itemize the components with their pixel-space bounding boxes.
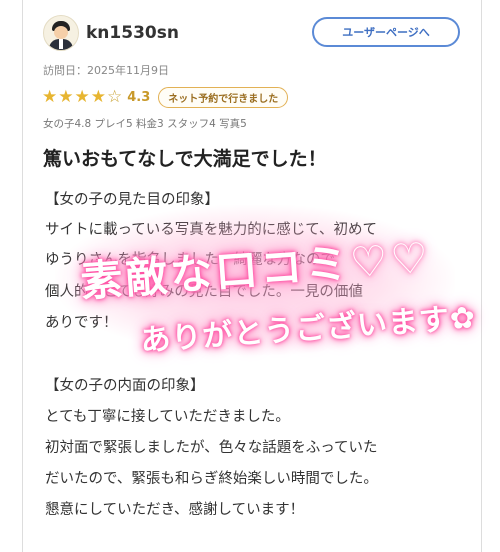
star-empty-icon: ☆ (107, 86, 123, 107)
reservation-tag: ネット予約で行きました (158, 86, 289, 108)
rating-row: ★ ★ ★ ★ ☆ 4.3 ネット予約で行きました (42, 86, 289, 108)
review-line: サイトに載っている写真を魅力的に感じて、初めて (45, 222, 378, 238)
review-line: ありです！ (45, 315, 118, 331)
username[interactable]: kn1530sn (86, 23, 179, 43)
star-filled-icon: ★ (90, 86, 106, 107)
review-line: 【女の子の見た目の印象】 (45, 192, 219, 208)
businessman-avatar-icon[interactable] (43, 15, 79, 51)
user-page-button[interactable]: ユーザーページへ (312, 17, 460, 47)
review-line: 初対面で緊張しましたが、色々な話題をふっていた (45, 440, 378, 456)
star-filled-icon: ★ (42, 86, 58, 107)
review-line: 懇意にしていただき、感謝しています！ (45, 502, 305, 518)
rating-score: 4.3 (127, 89, 151, 105)
sub-scores: 女の子4.8 プレイ5 料金3 スタッフ4 写真5 (43, 118, 247, 130)
user-header (43, 14, 79, 52)
review-line: とても丁寧に接していただきました。 (45, 409, 290, 425)
review-line: 【女の子の内面の印象】 (45, 378, 205, 394)
star-filled-icon: ★ (58, 86, 74, 107)
review-title: 篤いおもてなしで大満足でした！ (43, 148, 327, 170)
star-filled-icon: ★ (74, 86, 90, 107)
review-line: 個人的にとても好みの見た目でした。一見の価値 (45, 284, 363, 300)
review-line: ゆうりさんを指名しました。綺麗な方なので (45, 252, 335, 268)
review-line: だいたので、緊張も和らぎ終始楽しい時間でした。 (45, 471, 378, 487)
visit-date: 訪問日：2025年11月9日 (43, 64, 169, 77)
